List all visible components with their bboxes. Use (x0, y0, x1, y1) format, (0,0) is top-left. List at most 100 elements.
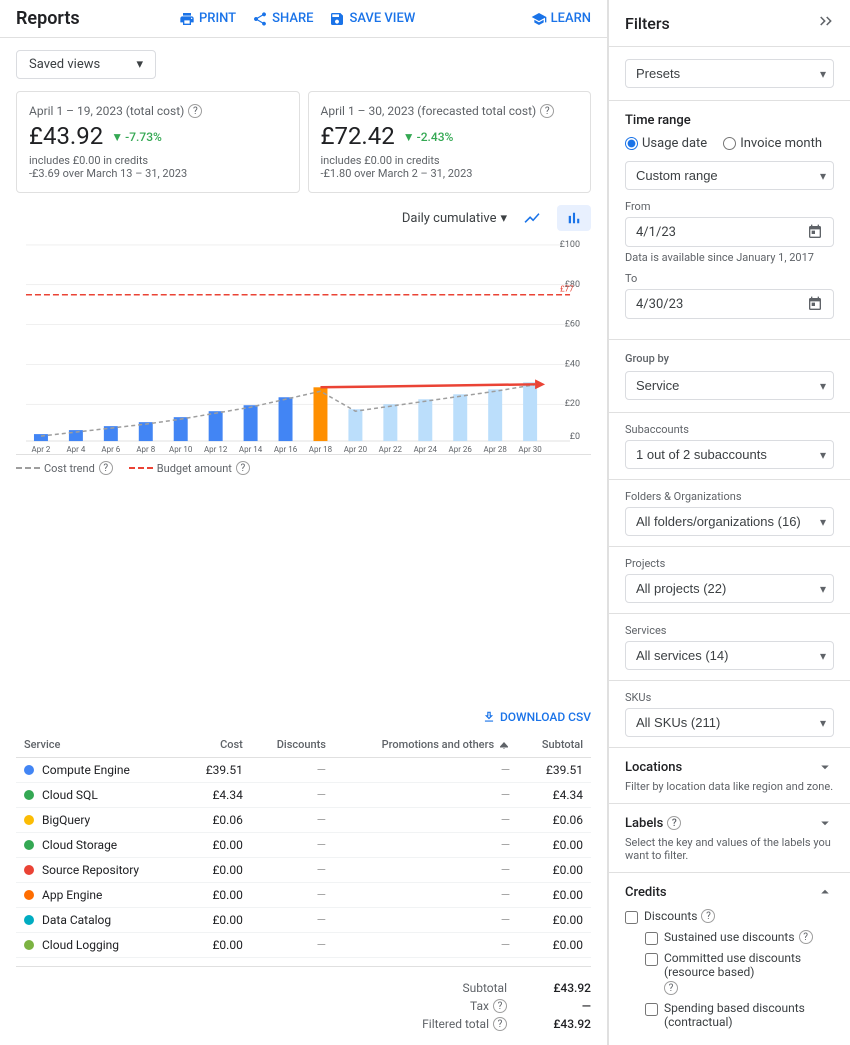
saved-views-select[interactable]: Saved views ▾ (16, 50, 156, 79)
metric-change-forecast: -£1.80 over March 2 – 31, 2023 (321, 167, 579, 180)
svg-text:£0: £0 (570, 432, 580, 442)
help-icon-sustained[interactable]: ? (799, 930, 813, 944)
locations-toggle[interactable]: Locations (625, 758, 834, 776)
locations-section: Locations Filter by location data like r… (609, 748, 850, 804)
svg-text:£77: £77 (560, 285, 574, 294)
svg-text:Apr 18: Apr 18 (309, 445, 333, 454)
usage-date-option[interactable]: Usage date (625, 136, 707, 151)
discounts-cell: — (251, 858, 334, 883)
service-cell: Data Catalog (16, 908, 183, 933)
filtered-total-label: Filtered total ? (422, 1017, 507, 1031)
share-button[interactable]: SHARE (252, 11, 313, 27)
services-select[interactable]: All services (14) (625, 641, 834, 670)
sustained-use-checkbox[interactable] (645, 932, 658, 945)
help-icon-discounts[interactable]: ? (701, 909, 715, 923)
promotions-cell: — (334, 908, 518, 933)
tax-value: — (531, 999, 591, 1013)
labels-expand-icon (816, 814, 834, 832)
to-date-input[interactable]: 4/30/23 (625, 289, 834, 319)
from-date-input[interactable]: 4/1/23 (625, 217, 834, 247)
table-section: DOWNLOAD CSV Service Cost Discounts Prom… (0, 702, 607, 1045)
service-cell: Source Repository (16, 858, 183, 883)
filters-title: Filters (625, 14, 670, 33)
table-row: Source Repository £0.00 — — £0.00 (16, 858, 591, 883)
legend-budget-amount: Budget amount ? (129, 461, 250, 475)
help-icon-labels[interactable]: ? (667, 816, 681, 830)
help-icon-actual[interactable]: ? (188, 104, 202, 118)
folders-select[interactable]: All folders/organizations (16) (625, 507, 834, 536)
cost-cell: £0.00 (183, 883, 251, 908)
help-icon-committed[interactable]: ? (664, 981, 678, 995)
time-range-section: Time range Usage date Invoice month Cust… (609, 101, 850, 340)
chart-view-select[interactable]: Daily cumulative ▾ (402, 211, 507, 226)
service-cell: BigQuery (16, 808, 183, 833)
svg-text:Apr 2: Apr 2 (32, 445, 51, 454)
cost-cell: £39.51 (183, 758, 251, 783)
credits-header: Credits (625, 883, 834, 901)
discounts-checkbox[interactable] (625, 911, 638, 924)
chart-wrapper: £100 £80 £60 £40 £20 £0 £77 (16, 235, 591, 455)
page-title: Reports (16, 8, 80, 29)
help-icon-cost-trend[interactable]: ? (99, 461, 113, 475)
skus-select[interactable]: All SKUs (211) (625, 708, 834, 737)
save-view-button[interactable]: SAVE VIEW (329, 11, 415, 27)
committed-use-checkbox[interactable] (645, 953, 658, 966)
help-icon-forecast[interactable]: ? (540, 104, 554, 118)
svg-text:Apr 14: Apr 14 (239, 445, 263, 454)
subtotal-cell: £0.00 (518, 933, 591, 958)
svg-text:Apr 12: Apr 12 (204, 445, 228, 454)
filtered-total-value: £43.92 (531, 1017, 591, 1031)
subtotal-cell: £0.06 (518, 808, 591, 833)
svg-text:Apr 30: Apr 30 (518, 445, 542, 454)
table-row: Cloud SQL £4.34 — — £4.34 (16, 783, 591, 808)
help-icon-filtered-total[interactable]: ? (493, 1017, 507, 1031)
group-by-select[interactable]: Service (625, 371, 834, 400)
subtotal-cell: £0.00 (518, 858, 591, 883)
chevron-down-icon: ▾ (136, 57, 143, 72)
credits-section: Credits Discounts ? Sustained use discou… (609, 873, 850, 1045)
print-button[interactable]: PRINT (179, 11, 236, 27)
presets-select[interactable]: Presets (625, 59, 834, 88)
learn-button[interactable]: LEARN (531, 11, 591, 27)
cost-cell: £0.00 (183, 858, 251, 883)
cost-cell: £0.00 (183, 933, 251, 958)
subtotal-cell: £4.34 (518, 783, 591, 808)
chevron-down-icon: ▾ (500, 211, 507, 226)
svg-text:Apr 8: Apr 8 (136, 445, 155, 454)
invoice-month-option[interactable]: Invoice month (723, 136, 822, 151)
subtotal-cell: £0.00 (518, 908, 591, 933)
custom-range-select[interactable]: Custom range (625, 161, 834, 190)
bar-chart-button[interactable] (557, 205, 591, 231)
labels-toggle[interactable]: Labels ? (625, 814, 834, 832)
metrics-row: April 1 – 19, 2023 (total cost) ? £43.92… (0, 91, 607, 205)
promotions-cell: — (334, 808, 518, 833)
discounts-checkbox-item: Discounts ? (625, 909, 834, 924)
metric-delta-actual: ▼ -7.73% (111, 130, 162, 144)
credits-collapse-icon[interactable] (816, 883, 834, 901)
svg-text:Apr 10: Apr 10 (169, 445, 193, 454)
metric-value-forecast: £72.42 (321, 122, 395, 150)
svg-text:Apr 24: Apr 24 (414, 445, 438, 454)
subtotal-cell: £39.51 (518, 758, 591, 783)
metric-delta-forecast: ▼ -2.43% (403, 130, 454, 144)
spending-based-checkbox[interactable] (645, 1003, 658, 1016)
table-footer: Subtotal £43.92 Tax ? — Filtered total ?… (16, 966, 591, 1045)
table-row: BigQuery £0.06 — — £0.06 (16, 808, 591, 833)
discounts-cell: — (251, 758, 334, 783)
table-header-row: Service Cost Discounts Promotions and ot… (16, 732, 591, 758)
cost-cell: £0.00 (183, 908, 251, 933)
download-csv-button[interactable]: DOWNLOAD CSV (16, 702, 591, 732)
help-icon-tax[interactable]: ? (493, 999, 507, 1013)
projects-select[interactable]: All projects (22) (625, 574, 834, 603)
service-cell: Cloud Logging (16, 933, 183, 958)
collapse-panel-button[interactable] (816, 12, 834, 34)
time-range-title: Time range (625, 113, 834, 128)
line-chart-button[interactable] (515, 205, 549, 231)
metric-value-actual: £43.92 (29, 122, 103, 150)
promotions-cell: — (334, 783, 518, 808)
table-row: Compute Engine £39.51 — — £39.51 (16, 758, 591, 783)
presets-select-wrapper: Presets (625, 59, 834, 88)
help-icon-budget[interactable]: ? (236, 461, 250, 475)
promotions-cell: — (334, 758, 518, 783)
subaccounts-select[interactable]: 1 out of 2 subaccounts (625, 440, 834, 469)
